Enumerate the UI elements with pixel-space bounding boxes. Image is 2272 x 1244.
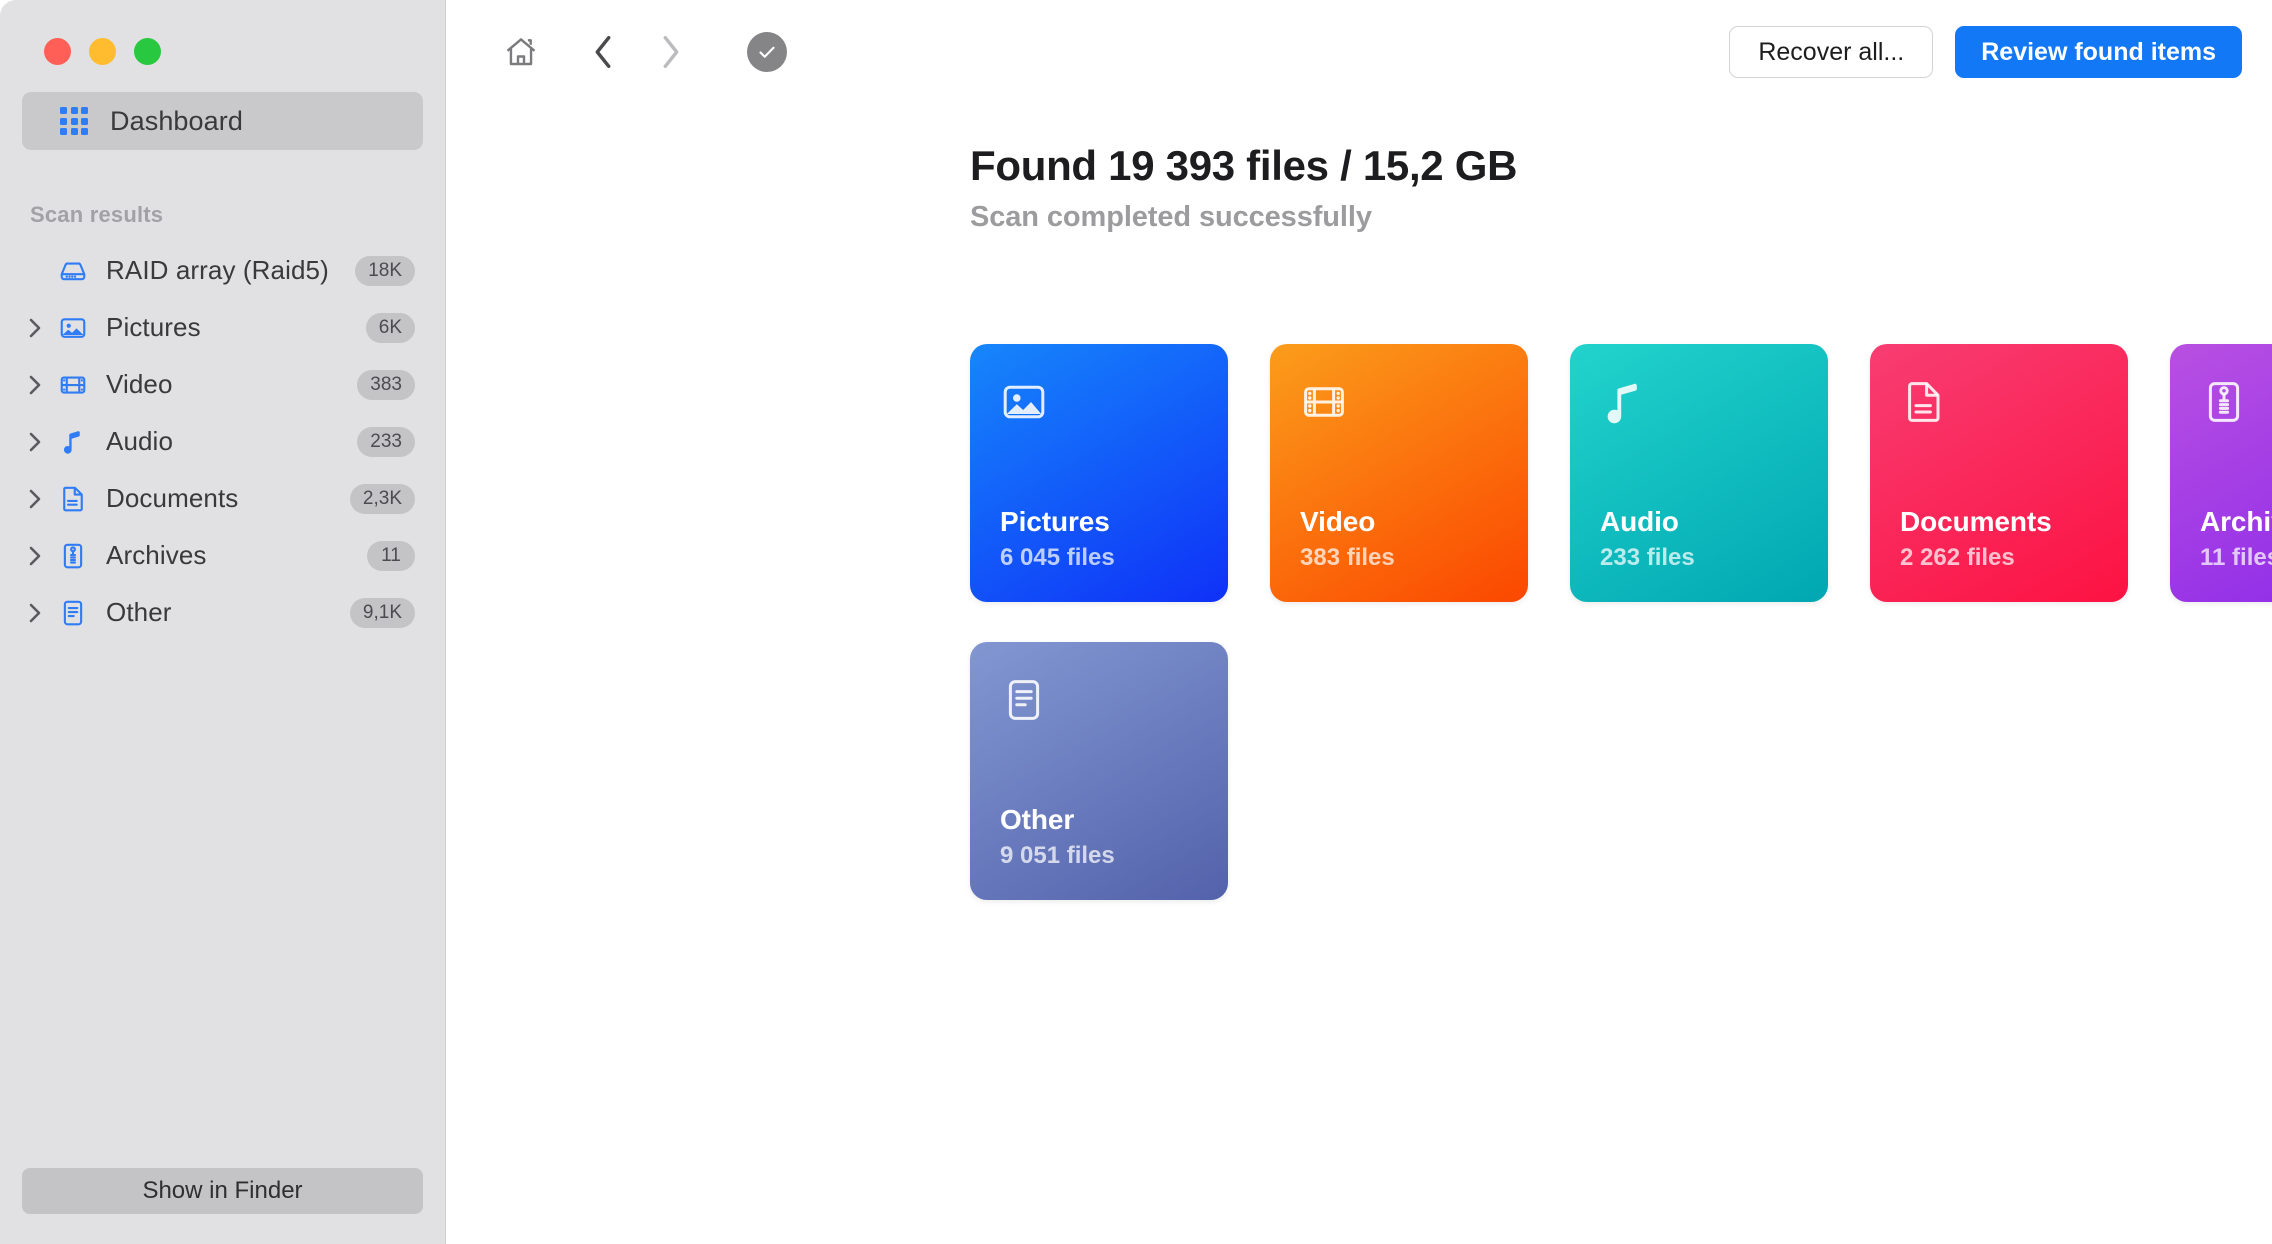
chevron-right-icon [657, 32, 685, 72]
review-found-items-button[interactable]: Review found items [1955, 26, 2242, 78]
check-circle-icon [747, 32, 787, 72]
tile-count: 233 files [1600, 544, 1695, 571]
sidebar-item-audio[interactable]: Audio 233 [0, 413, 445, 470]
sidebar-item-label: Video [106, 369, 173, 399]
zoom-button[interactable] [134, 38, 161, 65]
tile-count: 9 051 files [1000, 842, 1115, 869]
chevron-right-icon[interactable] [24, 374, 46, 396]
tile-title: Audio [1600, 506, 1679, 537]
sidebar-item-badge: 18K [355, 255, 415, 286]
sidebar-item-label: Audio [106, 426, 173, 456]
sidebar-item-pictures[interactable]: Pictures 6K [0, 299, 445, 356]
drive-icon [56, 256, 90, 286]
tile-archives[interactable]: Archives 11 files [2170, 344, 2272, 602]
scan-status-button[interactable] [736, 21, 798, 83]
category-tiles: Pictures 6 045 files Video 383 files Aud… [970, 344, 2272, 900]
close-button[interactable] [44, 38, 71, 65]
music-note-icon [1600, 378, 1648, 426]
tile-count: 6 045 files [1000, 544, 1115, 571]
show-in-finder-button[interactable]: Show in Finder [22, 1168, 423, 1214]
sidebar-item-label: Archives [106, 540, 207, 570]
grid-icon [60, 107, 88, 135]
tile-count: 11 files [2200, 544, 2272, 571]
chevron-right-icon[interactable] [24, 602, 46, 624]
tile-title: Other [1000, 804, 1075, 835]
sidebar-item-badge: 2,3K [349, 483, 415, 514]
list-doc-icon [1000, 676, 1048, 724]
list-doc-icon [56, 598, 90, 628]
tile-text: Other 9 051 files [1000, 804, 1198, 870]
traffic-lights [0, 0, 445, 78]
sidebar-item-label: Other [106, 597, 172, 627]
tile-text: Audio 233 files [1600, 506, 1798, 572]
sidebar-item-badge: 9,1K [349, 597, 415, 628]
toolbar-actions: Recover all... Review found items [1729, 26, 2242, 78]
scan-results-list: RAID array (Raid5) 18K Pictures 6K Video… [0, 242, 445, 641]
forward-button[interactable] [640, 21, 702, 83]
sidebar-item-badge: 11 [367, 540, 415, 571]
picture-icon [56, 313, 90, 343]
tile-other[interactable]: Other 9 051 files [970, 642, 1228, 900]
scan-status-text: Scan completed successfully [970, 201, 1372, 233]
summary-header: Found 19 393 files / 15,2 GB Scan comple… [446, 104, 2272, 234]
chevron-right-icon[interactable] [24, 431, 46, 453]
sidebar-item-badge: 383 [357, 369, 415, 400]
tile-pictures[interactable]: Pictures 6 045 files [970, 344, 1228, 602]
sidebar-item-documents[interactable]: Documents 2,3K [0, 470, 445, 527]
sidebar-item-archives[interactable]: Archives 11 [0, 527, 445, 584]
sidebar-item-label: RAID array (Raid5) [106, 255, 329, 285]
chevron-right-icon[interactable] [24, 317, 46, 339]
sidebar-footer: Show in Finder [0, 1168, 445, 1244]
tile-title: Video [1300, 506, 1376, 537]
home-icon [503, 34, 539, 70]
tile-count: 383 files [1300, 544, 1395, 571]
page-title: Found 19 393 files / 15,2 GB [970, 142, 1518, 189]
toolbar: Recover all... Review found items [446, 0, 2272, 104]
tile-title: Pictures [1000, 506, 1110, 537]
tile-video[interactable]: Video 383 files [1270, 344, 1528, 602]
chevron-right-icon[interactable] [24, 488, 46, 510]
tile-title: Archives [2200, 506, 2272, 537]
music-note-icon [56, 427, 90, 457]
sidebar-item-label: Pictures [106, 312, 201, 342]
sidebar-item-dashboard[interactable]: Dashboard [22, 92, 423, 150]
recover-all-button[interactable]: Recover all... [1729, 26, 1934, 78]
picture-icon [1000, 378, 1048, 426]
sidebar-section-title: Scan results [30, 202, 164, 227]
minimize-button[interactable] [89, 38, 116, 65]
chevron-right-icon[interactable] [24, 545, 46, 567]
tile-audio[interactable]: Audio 233 files [1570, 344, 1828, 602]
tile-text: Archives 11 files [2200, 506, 2272, 572]
film-icon [1300, 378, 1348, 426]
sidebar-item-video[interactable]: Video 383 [0, 356, 445, 413]
back-button[interactable] [572, 21, 634, 83]
chevron-left-icon [589, 32, 617, 72]
sidebar-item-badge: 6K [365, 312, 415, 343]
main-content: Recover all... Review found items Found … [446, 0, 2272, 1244]
sidebar-item-raid-array[interactable]: RAID array (Raid5) 18K [0, 242, 445, 299]
sidebar: Dashboard Scan results RAID array (Raid5… [0, 0, 446, 1244]
tile-text: Documents 2 262 files [1900, 506, 2098, 572]
tile-documents[interactable]: Documents 2 262 files [1870, 344, 2128, 602]
sidebar-item-other[interactable]: Other 9,1K [0, 584, 445, 641]
tile-count: 2 262 files [1900, 544, 2015, 571]
sidebar-item-label: Documents [106, 483, 239, 513]
tile-text: Pictures 6 045 files [1000, 506, 1198, 572]
home-button[interactable] [490, 21, 552, 83]
archive-icon [2200, 378, 2248, 426]
film-icon [56, 370, 90, 400]
app-window: Dashboard Scan results RAID array (Raid5… [0, 0, 2272, 1244]
sidebar-item-badge: 233 [357, 426, 415, 457]
tile-text: Video 383 files [1300, 506, 1498, 572]
tile-title: Documents [1900, 506, 2052, 537]
archive-icon [56, 541, 90, 571]
sidebar-item-label: Dashboard [110, 105, 243, 136]
document-icon [1900, 378, 1948, 426]
document-icon [56, 484, 90, 514]
